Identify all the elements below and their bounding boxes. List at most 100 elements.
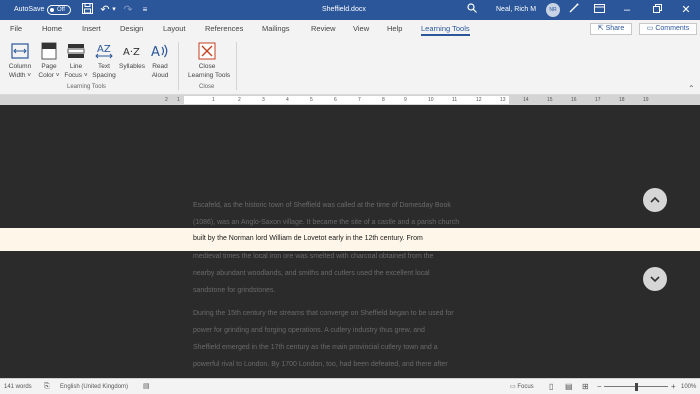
minimize-icon[interactable]: –: [620, 3, 634, 17]
page-color-label-1: Page: [41, 63, 57, 70]
horizontal-ruler[interactable]: 2 1 1 2 3 4 5 6 7 8 9 10 11 12 13 14 15 …: [0, 95, 700, 105]
text-line: Escafeld, as the historic town of Sheffi…: [193, 202, 451, 209]
zoom-level[interactable]: 100%: [681, 379, 696, 394]
designer-icon[interactable]: [568, 3, 580, 17]
tab-design[interactable]: Design: [120, 20, 143, 38]
chevron-down-icon: [650, 276, 660, 283]
word-count[interactable]: 141 words: [4, 379, 32, 394]
svg-text:A: A: [151, 45, 160, 60]
ruler-active-area: [184, 96, 509, 104]
share-icon: ⇱: [597, 25, 604, 32]
tab-mailings[interactable]: Mailings: [262, 20, 290, 38]
ruler-number: 8: [382, 97, 385, 103]
read-aloud-button[interactable]: A Read Aloud: [145, 40, 175, 84]
customize-toolbar-icon[interactable]: ≡: [140, 3, 150, 17]
undo-dropdown-icon[interactable]: ▾: [110, 3, 118, 17]
tab-learning-tools[interactable]: Learning Tools: [421, 20, 470, 38]
text-line: (1086), was an Anglo-Saxon village. It b…: [193, 219, 460, 226]
ruler-number: 1: [212, 97, 215, 103]
ruler-number: 2: [165, 97, 168, 103]
ruler-number: 4: [286, 97, 289, 103]
restore-icon[interactable]: [650, 3, 664, 17]
search-icon[interactable]: [466, 3, 478, 17]
tab-references[interactable]: References: [205, 20, 243, 38]
proofing-icon[interactable]: ⎘: [44, 379, 50, 394]
text-line: sandstone for grindstones.: [193, 287, 276, 294]
autosave-label: AutoSave: [14, 6, 45, 13]
ruler-number: 9: [404, 97, 407, 103]
ruler-number: 17: [595, 97, 601, 103]
tab-insert[interactable]: Insert: [82, 20, 101, 38]
ruler-number: 14: [523, 97, 529, 103]
read-aloud-label-2: Aloud: [151, 72, 169, 79]
group-divider: [178, 42, 179, 90]
user-name[interactable]: Neal, Rich M: [496, 0, 536, 20]
close-learning-tools-button[interactable]: Close Learning Tools: [188, 40, 230, 84]
ruler-number: 13: [500, 97, 506, 103]
text-spacing-label-1: Text: [98, 63, 110, 70]
focus-mode-button[interactable]: ▭ Focus: [510, 379, 534, 394]
focus-next-line-button[interactable]: [643, 267, 667, 291]
autosave-toggle[interactable]: Off: [47, 5, 71, 15]
accessibility-icon[interactable]: ▤: [143, 379, 150, 394]
tab-home[interactable]: Home: [42, 20, 62, 38]
tab-layout[interactable]: Layout: [163, 20, 186, 38]
text-line: powerful rival to London. By 1700 London…: [193, 361, 448, 368]
tab-view[interactable]: View: [353, 20, 369, 38]
document-canvas[interactable]: Escafeld, as the historic town of Sheffi…: [0, 105, 700, 378]
ruler-number: 3: [262, 97, 265, 103]
focus-previous-line-button[interactable]: [643, 188, 667, 212]
ribbon-display-options-icon[interactable]: [592, 3, 606, 17]
page-color-icon: [41, 42, 57, 60]
ruler-number: 19: [643, 97, 649, 103]
toggle-knob: [50, 8, 54, 12]
status-bar: 141 words ⎘ English (United Kingdom) ▤ ▭…: [0, 378, 700, 394]
tab-help[interactable]: Help: [387, 20, 402, 38]
group-divider: [236, 42, 237, 90]
avatar[interactable]: NR: [546, 3, 560, 17]
svg-text:AZ: AZ: [97, 44, 111, 55]
print-layout-icon[interactable]: ▤: [565, 379, 573, 394]
close-label-1: Close: [198, 63, 216, 70]
focused-text-line: built by the Norman lord William de Love…: [193, 235, 423, 242]
ruler-number: 10: [428, 97, 434, 103]
group-label-learning-tools: Learning Tools: [67, 84, 106, 90]
zoom-out-icon[interactable]: −: [597, 379, 602, 394]
ruler-number: 5: [310, 97, 313, 103]
line-focus-label-1: Line: [69, 63, 83, 70]
read-mode-icon[interactable]: ▯: [549, 379, 553, 394]
title-bar: AutoSave Off ↶ ▾ ↷ ≡ Sheffield.docx Neal…: [0, 0, 700, 20]
language[interactable]: English (United Kingdom): [60, 379, 128, 394]
zoom-in-icon[interactable]: +: [671, 379, 676, 394]
text-spacing-icon: AZ: [95, 44, 113, 59]
column-width-icon: [11, 43, 29, 59]
save-icon[interactable]: [80, 3, 94, 17]
share-label: Share: [605, 25, 625, 32]
ruler-number: 1: [177, 97, 180, 103]
collapse-ribbon-icon[interactable]: ⌃: [688, 84, 695, 93]
focus-label: Focus: [517, 384, 534, 390]
ruler-number: 6: [334, 97, 337, 103]
read-aloud-icon: A: [151, 44, 168, 60]
close-label-2: Learning Tools: [188, 72, 231, 79]
line-focus-icon: [67, 44, 85, 58]
autosave-state: Off: [57, 7, 65, 13]
comments-label: Comments: [655, 25, 690, 32]
ruler-number: 15: [547, 97, 553, 103]
svg-text:A·Z: A·Z: [123, 47, 140, 58]
chevron-up-icon: [650, 196, 660, 203]
share-button[interactable]: ⇱ Share: [590, 23, 632, 35]
tab-file[interactable]: File: [10, 20, 22, 38]
close-window-icon[interactable]: ✕: [679, 3, 693, 17]
comment-icon: ▭: [646, 25, 654, 32]
tab-review[interactable]: Review: [311, 20, 336, 38]
ribbon-tabs: File Home Insert Design Layout Reference…: [0, 20, 700, 38]
text-line: Sheffield emerged in the 17th century as…: [193, 344, 438, 351]
comments-button[interactable]: ▭ Comments: [639, 23, 697, 35]
read-aloud-label-1: Read: [152, 63, 168, 70]
zoom-slider-thumb[interactable]: [635, 383, 638, 391]
close-learning-tools-icon: [198, 42, 216, 60]
text-line: During the 15th century the streams that…: [193, 310, 454, 317]
web-layout-icon[interactable]: ⊞: [582, 379, 589, 394]
redo-icon[interactable]: ↷: [122, 3, 134, 17]
